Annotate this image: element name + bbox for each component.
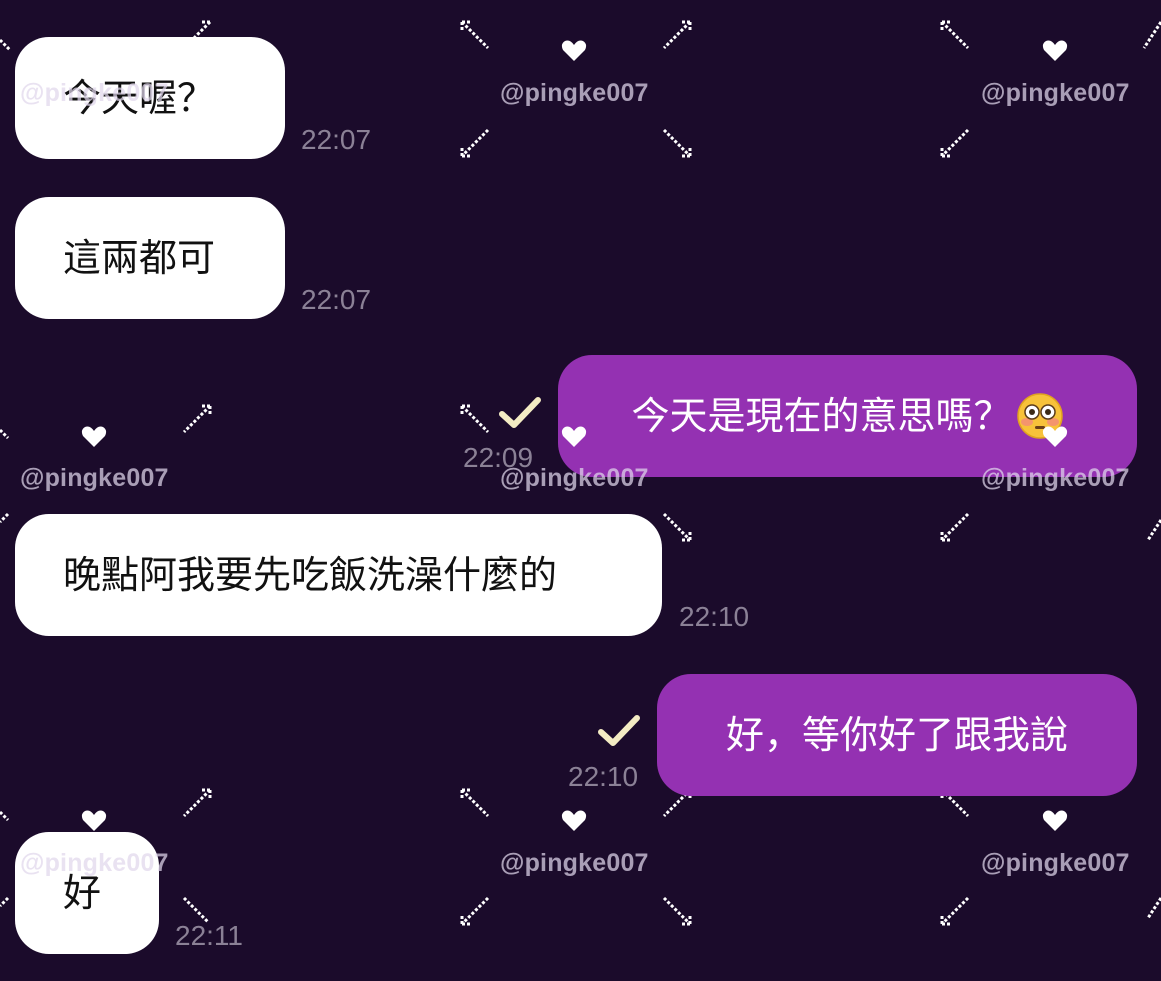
heart-icon <box>81 810 107 831</box>
heart-icon <box>1042 426 1068 447</box>
watermark: @pingke007 <box>20 79 169 107</box>
watermark: @pingke007 <box>981 79 1130 107</box>
heart-icon <box>561 810 587 831</box>
watermark: @pingke007 <box>20 849 169 877</box>
message-timestamp: 22:10 <box>679 601 750 632</box>
watermark: @pingke007 <box>981 464 1130 492</box>
message-timestamp: 22:07 <box>301 124 372 155</box>
message-timestamp: 22:11 <box>175 920 243 951</box>
watermark: @pingke007 <box>500 849 649 877</box>
watermark: @pingke007 <box>981 849 1130 877</box>
chat-thread: 今天喔？ 22:07 這兩都可 22:07 22:09 今天是現在的意思嗎？ 晚… <box>0 0 1161 981</box>
watermark: @pingke007 <box>500 79 649 107</box>
message-text: 晚點阿我要先吃飯洗澡什麼的 <box>63 553 558 597</box>
read-check-icon <box>598 715 640 746</box>
message-text: 好 <box>63 871 102 915</box>
watermark: @pingke007 <box>20 464 169 492</box>
message-timestamp: 22:10 <box>568 761 639 792</box>
heart-icon <box>1042 40 1068 61</box>
heart-icon <box>561 40 587 61</box>
message-text: 這兩都可 <box>63 236 216 280</box>
read-check-icon <box>499 397 541 428</box>
message-text: 今天是現在的意思嗎？ <box>631 394 1012 438</box>
message-bubble-incoming[interactable]: 這兩都可 <box>15 197 285 319</box>
message-timestamp: 22:07 <box>301 284 372 315</box>
heart-icon <box>561 426 587 447</box>
message-bubble-incoming[interactable]: 晚點阿我要先吃飯洗澡什麼的 <box>15 514 662 636</box>
message-bubble-outgoing[interactable]: 今天是現在的意思嗎？ <box>558 355 1137 477</box>
message-text: 好，等你好了跟我說 <box>725 713 1068 757</box>
heart-icon <box>1042 810 1068 831</box>
watermark: @pingke007 <box>500 464 649 492</box>
message-bubble-outgoing[interactable]: 好，等你好了跟我說 <box>657 674 1137 796</box>
heart-icon <box>81 426 107 447</box>
